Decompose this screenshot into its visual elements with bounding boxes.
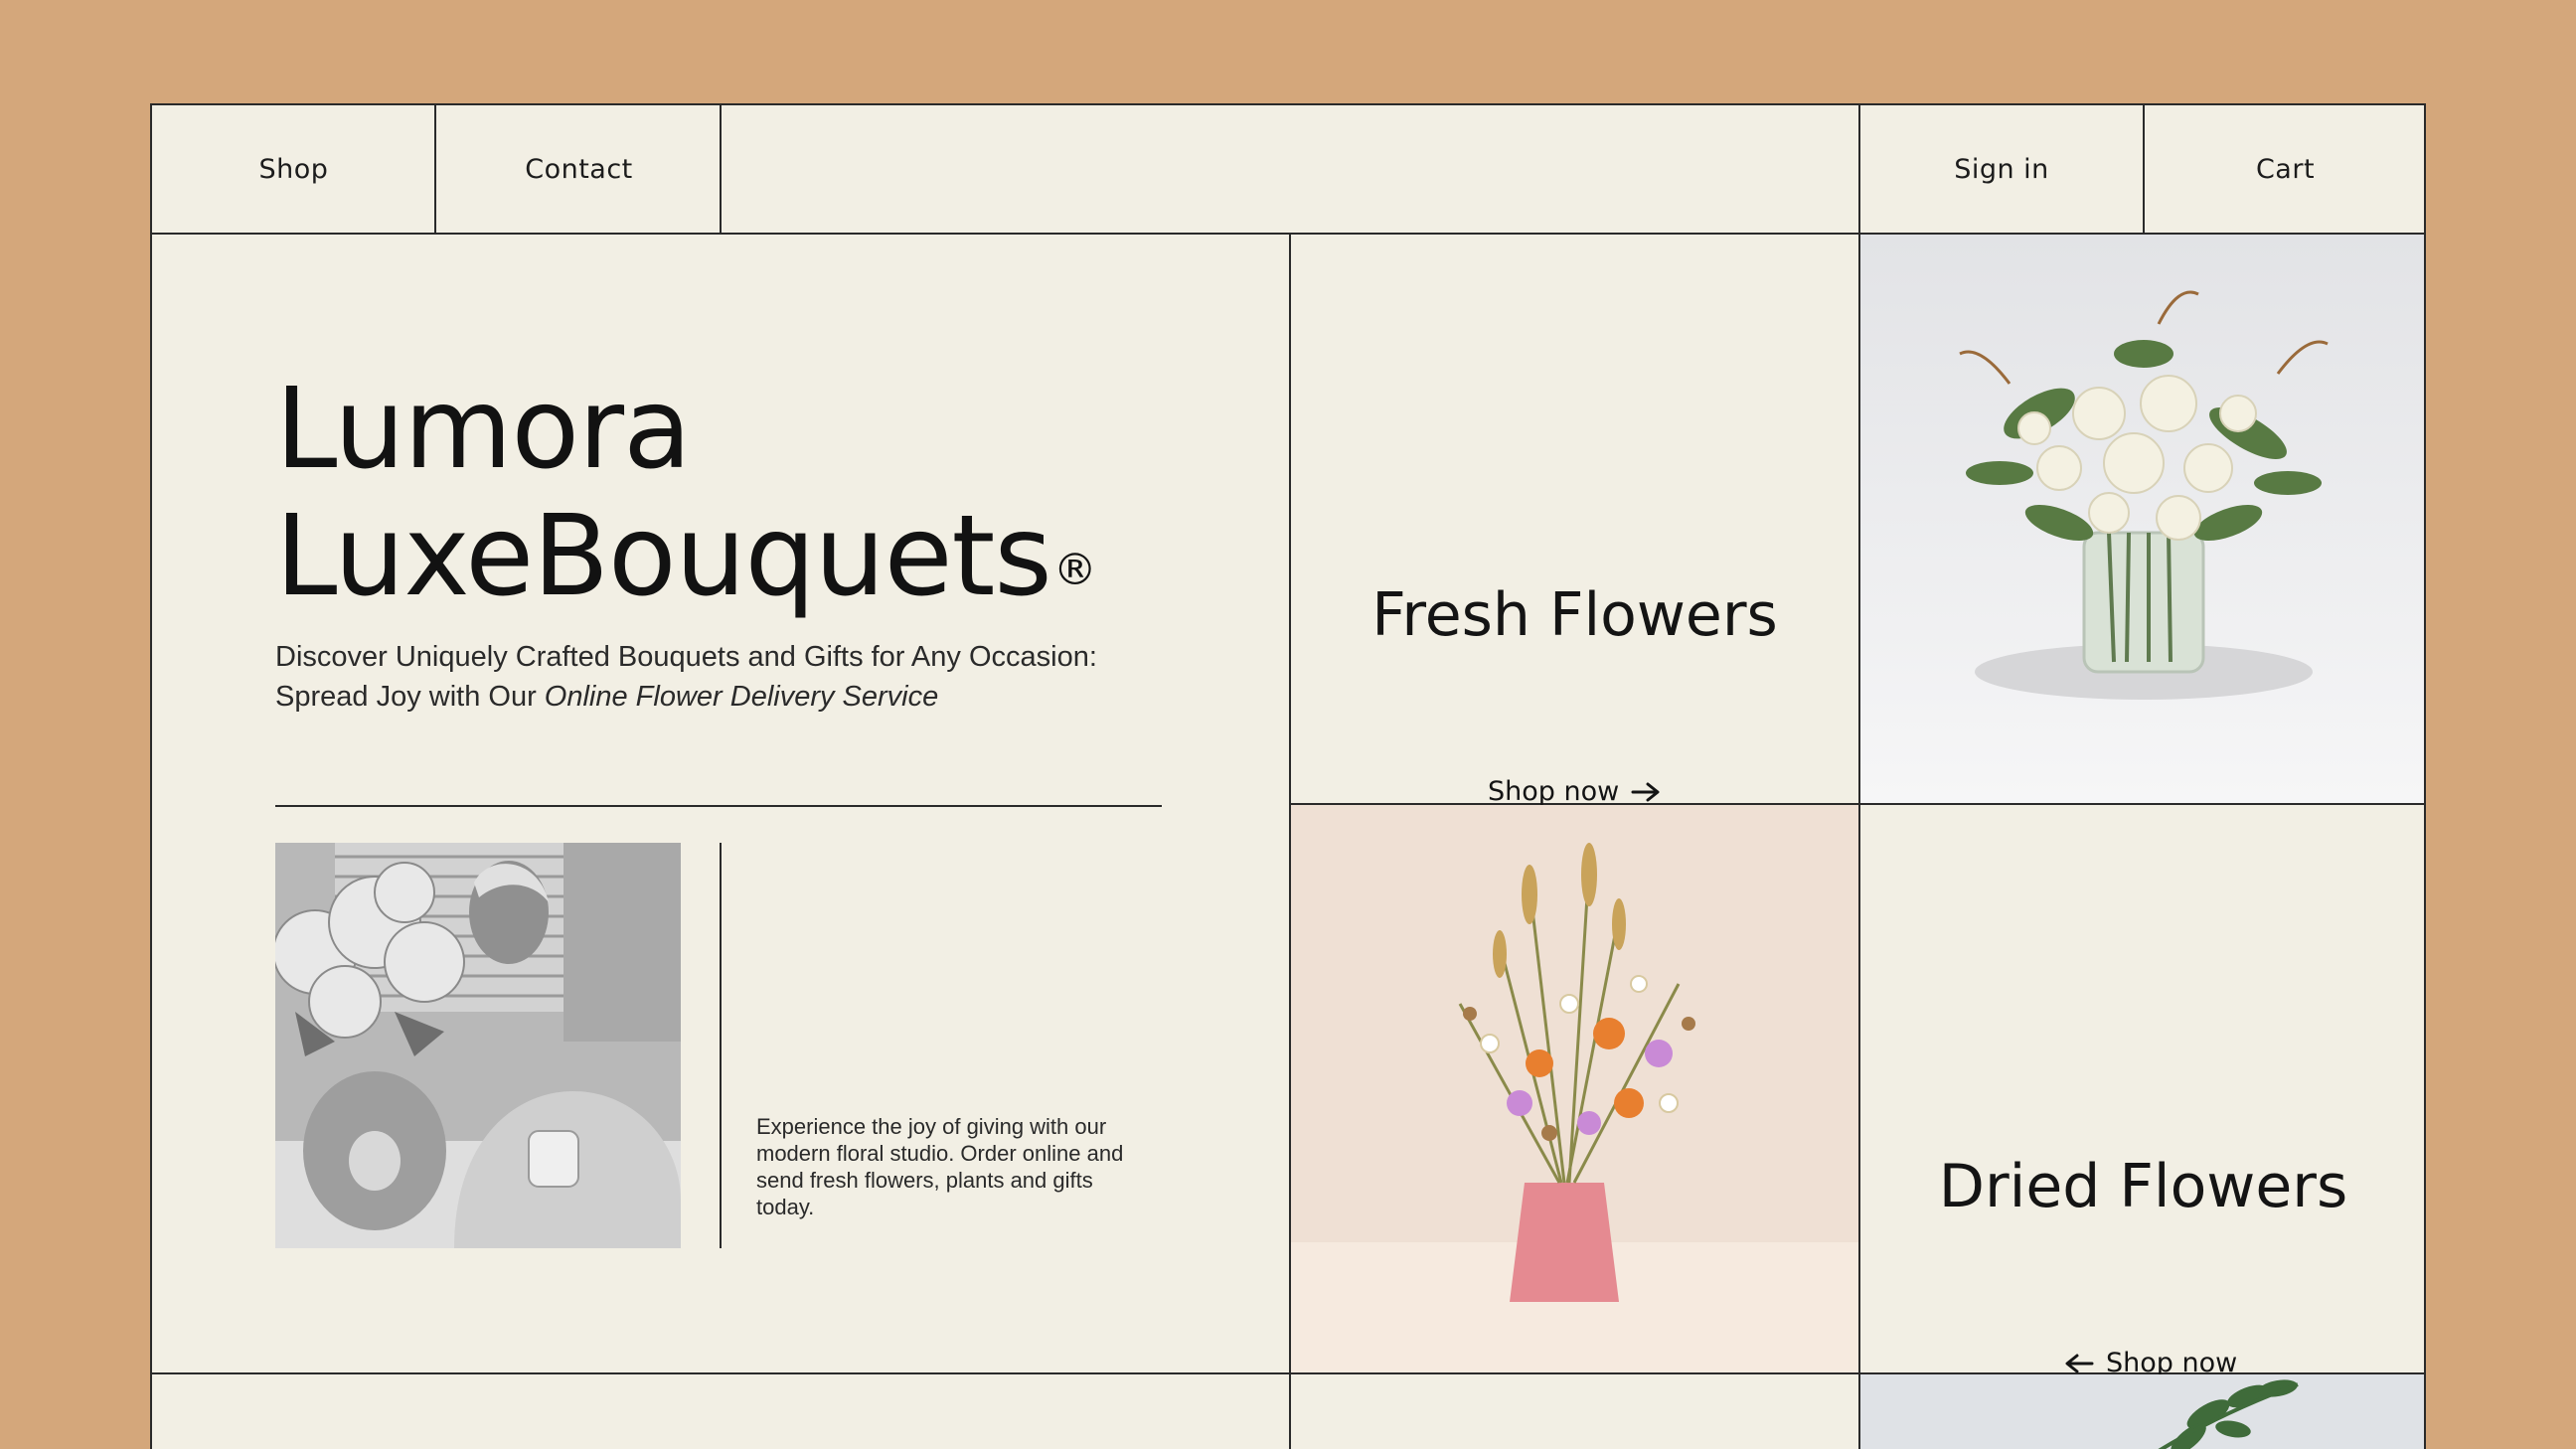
nav-contact-link[interactable]: Contact	[437, 105, 721, 233]
fresh-flowers-shop-now-label: Shop now	[1488, 776, 1620, 807]
hero-tagline: Discover Uniquely Crafted Bouquets and G…	[275, 637, 1170, 717]
registered-mark: ®	[1052, 545, 1097, 595]
fresh-flowers-shop-now-link[interactable]: Shop now	[1488, 776, 1661, 807]
nav-cart-label: Cart	[2255, 153, 2316, 185]
hero-description: Experience the joy of giving with our mo…	[756, 1114, 1124, 1219]
website-frame: Shop Contact Sign in Cart Lumora LuxeBou…	[150, 103, 2426, 1449]
woman-with-flowers-photo	[275, 843, 681, 1248]
tagline-line-1: Discover Uniquely Crafted Bouquets and G…	[275, 641, 1097, 673]
fresh-flowers-title: Fresh Flowers	[1371, 580, 1778, 650]
plant-photo	[1860, 1374, 2424, 1449]
nav-contact-label: Contact	[525, 153, 633, 185]
arrow-left-icon	[2064, 1353, 2094, 1374]
tagline-line-2-text: Spread Joy with Our	[275, 681, 545, 713]
hero-rule	[275, 805, 1162, 807]
woman-with-flowers-illustration	[275, 843, 681, 1248]
brand-line-2-text: LuxeBouquets	[275, 492, 1052, 621]
nav-sign-in-link[interactable]: Sign in	[1860, 105, 2143, 233]
nav-shop-link[interactable]: Shop	[152, 105, 435, 233]
dried-flowers-card: Dried Flowers Shop now	[1860, 805, 2424, 1378]
dried-bouquet-illustration	[1291, 805, 1858, 1372]
hero-section: Lumora LuxeBouquets®	[275, 366, 1170, 620]
white-bouquet-illustration	[1860, 235, 2424, 803]
arrow-right-icon	[1631, 781, 1661, 803]
tagline-line-2: Spread Joy with Our Online Flower Delive…	[275, 677, 1170, 717]
fresh-flowers-card: Fresh Flowers Shop now	[1291, 235, 1858, 807]
photo-divider	[720, 843, 722, 1248]
nav-shop-label: Shop	[258, 153, 329, 185]
brand-title: Lumora LuxeBouquets®	[275, 366, 1170, 620]
nav-cart-link[interactable]: Cart	[2145, 105, 2424, 233]
brand-line-2: LuxeBouquets®	[275, 493, 1170, 620]
white-bouquet-photo	[1860, 235, 2424, 803]
brand-line-1: Lumora	[275, 365, 692, 494]
divider	[720, 105, 722, 233]
tagline-emphasis: Online Flower Delivery Service	[544, 681, 939, 713]
plant-illustration	[1860, 1374, 2424, 1449]
divider	[2143, 105, 2145, 233]
dried-bouquet-photo	[1291, 805, 1858, 1372]
divider	[434, 105, 436, 233]
nav-sign-in-label: Sign in	[1954, 153, 2049, 185]
dried-flowers-title: Dried Flowers	[1938, 1152, 2348, 1221]
